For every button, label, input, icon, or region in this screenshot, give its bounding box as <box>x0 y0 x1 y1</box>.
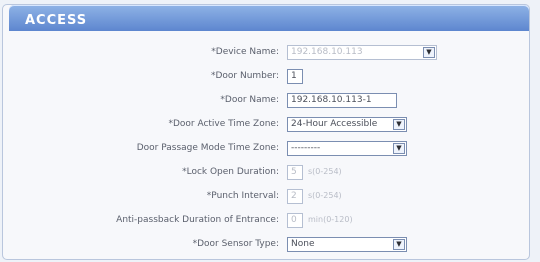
lock-open-duration-label: *Lock Open Duration: <box>182 167 279 177</box>
door-name-row: *Door Name: 192.168.10.113-1 <box>3 93 540 112</box>
door-number-row: *Door Number: 1 <box>3 69 540 88</box>
door-passage-mode-time-zone-select[interactable]: --------- ▼ <box>287 141 407 156</box>
door-passage-mode-time-zone-row: Door Passage Mode Time Zone: --------- ▼ <box>3 141 540 160</box>
punch-interval-input[interactable]: 2 <box>287 189 303 204</box>
punch-interval-label: *Punch Interval: <box>206 191 279 201</box>
door-sensor-type-label: *Door Sensor Type: <box>192 239 279 249</box>
panel-header: ACCESS <box>9 5 529 31</box>
anti-passback-duration-row: Anti-passback Duration of Entrance: 0 mi… <box>3 213 540 232</box>
punch-interval-hint: s(0-254) <box>308 191 342 200</box>
door-passage-mode-time-zone-label: Door Passage Mode Time Zone: <box>136 143 279 153</box>
anti-passback-duration-input[interactable]: 0 <box>287 213 303 228</box>
door-active-time-zone-select[interactable]: 24-Hour Accessible ▼ <box>287 117 407 132</box>
chevron-down-icon: ▼ <box>423 47 435 58</box>
lock-open-duration-input[interactable]: 5 <box>287 165 303 180</box>
device-name-label: *Device Name: <box>211 47 279 57</box>
lock-open-duration-hint: s(0-254) <box>308 167 342 176</box>
door-active-time-zone-row: *Door Active Time Zone: 24-Hour Accessib… <box>3 117 540 136</box>
door-name-label: *Door Name: <box>220 95 279 105</box>
access-panel: ACCESS *Device Name: 192.168.10.113 ▼ *D… <box>2 4 530 260</box>
door-active-time-zone-label: *Door Active Time Zone: <box>168 119 279 129</box>
anti-passback-duration-hint: min(0-120) <box>308 215 353 224</box>
door-sensor-type-row: *Door Sensor Type: None ▼ <box>3 237 540 256</box>
punch-interval-row: *Punch Interval: 2 s(0-254) <box>3 189 540 208</box>
chevron-down-icon: ▼ <box>393 239 405 250</box>
door-number-input[interactable]: 1 <box>287 69 303 84</box>
panel-title: ACCESS <box>25 13 88 28</box>
device-name-select[interactable]: 192.168.10.113 ▼ <box>287 45 437 60</box>
door-sensor-type-select[interactable]: None ▼ <box>287 237 407 252</box>
door-number-label: *Door Number: <box>210 71 279 81</box>
door-name-input[interactable]: 192.168.10.113-1 <box>287 93 397 108</box>
anti-passback-duration-label: Anti-passback Duration of Entrance: <box>116 215 279 225</box>
chevron-down-icon: ▼ <box>393 119 405 130</box>
chevron-down-icon: ▼ <box>393 143 405 154</box>
lock-open-duration-row: *Lock Open Duration: 5 s(0-254) <box>3 165 540 184</box>
device-name-row: *Device Name: 192.168.10.113 ▼ <box>3 45 540 64</box>
